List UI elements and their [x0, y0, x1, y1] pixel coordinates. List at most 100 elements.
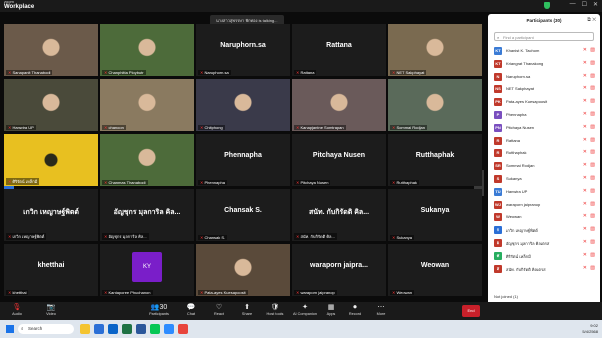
participant-row[interactable]: KT Kriangrat Thanakong ✕ ▨ [494, 58, 596, 71]
muted-mic-icon[interactable]: ✕ ▨ [583, 60, 596, 66]
video-tile[interactable]: Weowan ✕ Weowan [388, 244, 482, 296]
video-tile[interactable]: ✕ NET Sakphayat [388, 24, 482, 76]
participant-name: Naruphorn.sa [506, 73, 531, 79]
browser-icon[interactable] [94, 324, 104, 334]
participant-row[interactable]: WJ waraporn jaipranop ✕ ▨ [494, 199, 596, 212]
video-tile[interactable]: Phennapha ✕ Phennapha [196, 134, 290, 186]
video-tile[interactable]: waraporn jaipra... ✕ waraporn jaipranop [292, 244, 386, 296]
participant-avatar: ก [494, 226, 502, 235]
close-icon[interactable]: ✕ [593, 1, 598, 8]
video-tile[interactable]: Rutthaphak ✕ Rutthaphak [388, 134, 482, 186]
muted-mic-icon[interactable]: ✕ ▨ [583, 162, 596, 168]
line-icon[interactable] [150, 324, 160, 334]
muted-mic-icon[interactable]: ✕ ▨ [583, 111, 596, 117]
participant-row[interactable]: R Rattana ✕ ▨ [494, 135, 596, 148]
muted-mic-icon[interactable]: ✕ ▨ [583, 188, 596, 194]
end-meeting-button[interactable]: End [462, 305, 480, 317]
video-tile[interactable]: ✕ chanoon [100, 79, 194, 131]
participant-row[interactable]: R Rutthaphak ✕ ▨ [494, 147, 596, 160]
muted-mic-icon[interactable]: ✕ ▨ [583, 137, 596, 143]
toolbar-participants-button[interactable]: 👥30 Participants [146, 304, 172, 316]
video-tile[interactable]: เกวิก เหญาษฐ์พิตต์ ✕ เกวิก เหญาษฐ์พิตต์ [4, 189, 98, 241]
system-clock[interactable]: 9:02 5/4/2568 [582, 323, 598, 335]
windows-start-icon[interactable] [6, 325, 14, 333]
video-tile[interactable]: Chansak S. ✕ Chansak S. [196, 189, 290, 241]
participant-row[interactable]: N Naruphorn.sa ✕ ▨ [494, 71, 596, 84]
participant-row[interactable]: ก เกวิก เหญาษฐ์พิตต์ ✕ ▨ [494, 224, 596, 237]
window-controls: — ☐ ✕ [570, 1, 598, 8]
close-panel-icon[interactable]: ✕ [592, 17, 596, 23]
muted-mic-icon[interactable]: ✕ ▨ [583, 85, 596, 91]
video-tile[interactable]: ✕ ศิริรัตน์ เหล็กมี [4, 134, 98, 186]
maximize-icon[interactable]: ☐ [582, 1, 587, 8]
video-tile[interactable]: ✕ Sanapanit Thanabodi [4, 24, 98, 76]
video-tile[interactable]: ✕ Pata-ayes Kuesapoosit [196, 244, 290, 296]
participant-row[interactable]: S Sukanya ✕ ▨ [494, 173, 596, 186]
video-tile[interactable]: Pitchaya Nusen ✕ Pitchaya Nusen [292, 134, 386, 186]
video-tile[interactable]: ✕ Chitphong [196, 79, 290, 131]
participant-row[interactable]: KT Khanist K. Tachom ✕ ▨ [494, 45, 596, 58]
toolbar-record-button[interactable]: ⏺ Record [342, 304, 368, 316]
participant-search-input[interactable]: ⌕ Find a participant [494, 32, 594, 41]
participant-row[interactable]: NS NET Sakphayat ✕ ▨ [494, 83, 596, 96]
toolbar-video-button[interactable]: 📷 Video [38, 304, 64, 316]
chrome-icon[interactable] [178, 324, 188, 334]
participant-name: Pata-ayes Kuesapoosit [506, 99, 548, 105]
participant-row[interactable]: อ อัญชุกร มุลการิล คิลเตรส ✕ ▨ [494, 237, 596, 250]
muted-mic-icon[interactable]: ✕ ▨ [583, 265, 596, 271]
minimize-icon[interactable]: — [570, 1, 576, 8]
taskbar-search[interactable]: ⌕ Search [18, 324, 74, 334]
video-tile[interactable]: Naruphorn.sa ✕ Naruphorn.sa [196, 24, 290, 76]
video-tile[interactable]: KY ✕ Kantaporee Phuchanon [100, 244, 194, 296]
muted-mic-icon[interactable]: ✕ ▨ [583, 213, 596, 219]
muted-mic-icon[interactable]: ✕ ▨ [583, 175, 596, 181]
participant-row[interactable]: W Weowan ✕ ▨ [494, 211, 596, 224]
toolbar-react-button[interactable]: ♡ React [206, 304, 232, 316]
participant-row[interactable]: P Phennapha ✕ ▨ [494, 109, 596, 122]
toolbar-share-button[interactable]: ⬆ Share [234, 304, 260, 316]
video-tile[interactable]: ✕ Chanphitta Ploybutr [100, 24, 194, 76]
muted-mic-icon[interactable]: ✕ ▨ [583, 149, 596, 155]
participant-row[interactable]: PK Pata-ayes Kuesapoosit ✕ ▨ [494, 96, 596, 109]
participant-row[interactable]: SR Sommai Rodjan ✕ ▨ [494, 160, 596, 173]
participant-row[interactable]: PN Pitchaya Nusen ✕ ▨ [494, 122, 596, 135]
toolbar-host-tools-button[interactable]: 🛡 Host tools [262, 304, 288, 316]
toolbar-chat-button[interactable]: 💬 Chat [178, 304, 204, 316]
video-tile[interactable]: ✕ Hanwira UP [4, 79, 98, 131]
toolbar-apps-button[interactable]: ▦ Apps [318, 304, 344, 316]
video-tile[interactable]: Rattana ✕ Rattana [292, 24, 386, 76]
popout-icon[interactable]: ⧉ [587, 17, 591, 23]
video-tile[interactable]: สนัท. กับกิรัดติ คิล... ✕ สนัท. กับกิรัดต… [292, 189, 386, 241]
participant-row[interactable]: ศ ศิริรัตน์ เหล็กมี ✕ ▨ [494, 250, 596, 263]
muted-mic-icon[interactable]: ✕ ▨ [583, 73, 596, 79]
word-icon[interactable] [136, 324, 146, 334]
security-shield-icon[interactable] [544, 2, 550, 9]
muted-mic-icon[interactable]: ✕ ▨ [583, 226, 596, 232]
toolbar-ai-companion-button[interactable]: ✦ AI Companion [292, 304, 318, 316]
toolbar-more-button[interactable]: ⋯ More [368, 304, 394, 316]
muted-mic-icon[interactable]: ✕ ▨ [583, 124, 596, 130]
not-joined-header[interactable]: Not joined (1) [494, 294, 518, 299]
zoom-taskbar-icon[interactable] [164, 324, 174, 334]
muted-mic-icon[interactable]: ✕ ▨ [583, 47, 596, 53]
video-tile[interactable]: ✕ Kanapjantne Somtrapan [292, 79, 386, 131]
muted-mic-icon[interactable]: ✕ ▨ [583, 201, 596, 207]
tile-name-label: ✕ khetthai [6, 290, 29, 295]
video-tile[interactable]: khetthai ✕ khetthai [4, 244, 98, 296]
muted-mic-icon[interactable]: ✕ ▨ [583, 252, 596, 258]
muted-mic-icon[interactable]: ✕ ▨ [583, 239, 596, 245]
toolbar-audio-button[interactable]: 🎙 Audio [4, 304, 30, 316]
excel-icon[interactable] [122, 324, 132, 334]
video-tile[interactable]: Sukanya ✕ Sukanya [388, 189, 482, 241]
tile-name-label: ✕ Chanmas Thanabodi [102, 180, 148, 185]
video-tile[interactable]: อัญชุกร มุลการิล คิล... ✕ อัญชุกร มุลการิ… [100, 189, 194, 241]
panel-title: Participants (30) [526, 18, 562, 23]
mail-icon[interactable] [108, 324, 118, 334]
participant-row[interactable]: TU Hanwira UP ✕ ▨ [494, 186, 596, 199]
tile-display-name: Phennapha [224, 152, 262, 159]
participant-row[interactable]: ส สนัท. กับกิรัดติ คิลเตรส ✕ ▨ [494, 263, 596, 276]
muted-mic-icon[interactable]: ✕ ▨ [583, 98, 596, 104]
video-tile[interactable]: ✕ Chanmas Thanabodi [100, 134, 194, 186]
file-explorer-icon[interactable] [80, 324, 90, 334]
video-tile[interactable]: ✕ Sommai Rodjan [388, 79, 482, 131]
